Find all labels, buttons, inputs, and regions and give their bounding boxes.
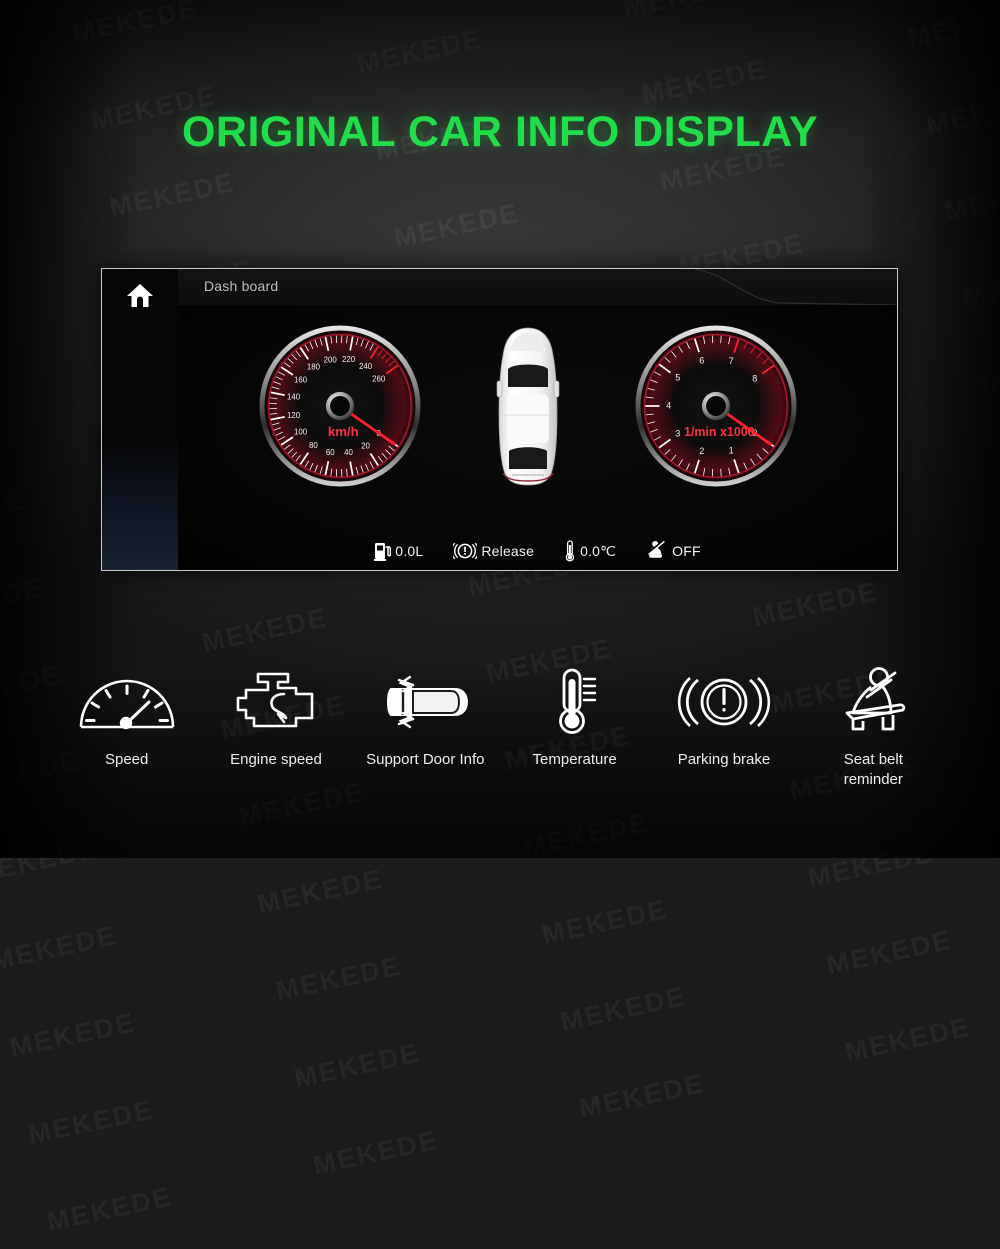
gauge-tick-label: 4 <box>666 401 671 411</box>
gauge-tick-label: 180 <box>307 363 321 372</box>
gauge-tick-label: 1 <box>729 445 734 455</box>
gauge-tick-label: 200 <box>324 355 338 364</box>
gauge-tick-label: 240 <box>359 362 373 371</box>
gauge-tick-label: 160 <box>294 376 308 385</box>
car-top-view <box>492 323 564 494</box>
engine-check-icon <box>234 662 318 742</box>
home-icon-glyph <box>126 283 154 309</box>
watermark-text: MEKEDE <box>0 909 171 988</box>
gauge-tick-label: 260 <box>372 375 386 384</box>
speedometer-unit-label: km/h <box>328 424 359 439</box>
car-door-icon <box>377 662 473 742</box>
page-title: ORIGINAL CAR INFO DISPLAY <box>0 108 1000 157</box>
feature-label-door-info: Support Door Info <box>366 750 484 770</box>
watermark-text: MEKEDE <box>0 996 189 1075</box>
feature-label-parking-brake: Parking brake <box>678 750 771 770</box>
thermometer-icon <box>548 662 602 742</box>
gauge-tick-label: 100 <box>294 428 308 437</box>
watermark-text: MEKEDE <box>773 914 1000 993</box>
panel-header-title: Dash board <box>204 278 278 294</box>
gauge-tick-label: 40 <box>344 448 353 457</box>
watermark-text: MEKEDE <box>507 970 740 1049</box>
feature-label-speed: Speed <box>105 750 148 770</box>
panel-sidebar <box>102 269 179 570</box>
feature-temperature[interactable]: Temperature <box>500 662 649 770</box>
gauge-tick-label: 2 <box>699 446 704 456</box>
watermark-text: MEKEDE <box>204 853 437 932</box>
status-strip: 0.0L Release <box>178 540 897 562</box>
feature-label-seatbelt-reminder: Seat belt reminder <box>844 750 903 791</box>
gauge-tick-label: 120 <box>287 411 301 420</box>
watermark-text: MEKEDE <box>0 1170 226 1249</box>
feature-seatbelt-reminder[interactable]: Seat belt reminder <box>799 662 948 791</box>
gauge-tick-label: 3 <box>675 429 680 439</box>
fuel-pump-icon <box>374 541 391 561</box>
watermark-text: MEKEDE <box>488 883 721 962</box>
gauge-tick-label: 5 <box>675 373 680 383</box>
panel-body: Dash board <box>178 269 897 570</box>
feature-parking-brake[interactable]: Parking brake <box>649 662 798 770</box>
panel-header: Dash board <box>178 269 897 306</box>
watermark-text: MEKEDE <box>259 1114 492 1193</box>
seatbelt-icon <box>646 540 668 562</box>
watermark-text: MEKEDE <box>241 1027 474 1106</box>
feature-label-temperature: Temperature <box>533 750 617 770</box>
home-icon[interactable] <box>102 283 178 309</box>
tachometer-gauge: 012345678 1/min x1000 <box>633 323 799 494</box>
gauge-tick-label: 20 <box>361 441 370 450</box>
status-label-seatbelt: OFF <box>672 543 701 559</box>
gauge-minor-tick <box>721 336 722 343</box>
seatbelt-reminder-icon <box>833 662 913 742</box>
gauge-tick-label: 6 <box>699 356 704 366</box>
watermark-text: MEKEDE <box>222 940 455 1019</box>
gauge-tick-label: 60 <box>326 448 335 457</box>
tachometer-unit-label: 1/min x1000 <box>684 425 755 439</box>
status-item-fuel: 0.0L <box>374 541 423 561</box>
dashboard-panel: Dash board <box>101 268 898 571</box>
gauge-tick-label: 8 <box>752 374 757 384</box>
gauge-tick-label: 80 <box>309 441 318 450</box>
gauge-tick-label: 7 <box>729 356 734 366</box>
watermark-text: MEKEDE <box>791 1001 1000 1080</box>
gauge-tick-label: 140 <box>287 393 301 402</box>
status-label-brake: Release <box>481 543 534 559</box>
feature-row: Speed Engine speed <box>52 662 948 791</box>
feature-door-info[interactable]: Support Door Info <box>351 662 500 770</box>
header-divider-curve <box>687 269 897 306</box>
status-item-seatbelt: OFF <box>646 540 701 562</box>
feature-label-engine-speed: Engine speed <box>230 750 322 770</box>
watermark-text: MEKEDE <box>525 1057 758 1136</box>
status-label-temperature: 0.0℃ <box>580 543 616 560</box>
status-item-brake: Release <box>453 541 534 561</box>
feature-speed[interactable]: Speed <box>52 662 201 770</box>
gauge-minor-tick <box>721 469 722 476</box>
speedometer-gauge: 020406080100120140160180200220240260 km/… <box>257 323 423 494</box>
watermark-text: MEKEDE <box>0 1083 208 1162</box>
speed-gauge-icon <box>77 662 177 742</box>
brake-warning-icon <box>453 541 477 561</box>
parking-brake-icon <box>676 662 772 742</box>
gauge-tick-label: 220 <box>342 355 356 364</box>
thermometer-icon <box>564 540 576 562</box>
feature-engine-speed[interactable]: Engine speed <box>201 662 350 770</box>
status-item-temperature: 0.0℃ <box>564 540 616 562</box>
status-label-fuel: 0.0L <box>395 543 423 559</box>
gauge-cluster: 020406080100120140160180200220240260 km/… <box>178 305 897 570</box>
